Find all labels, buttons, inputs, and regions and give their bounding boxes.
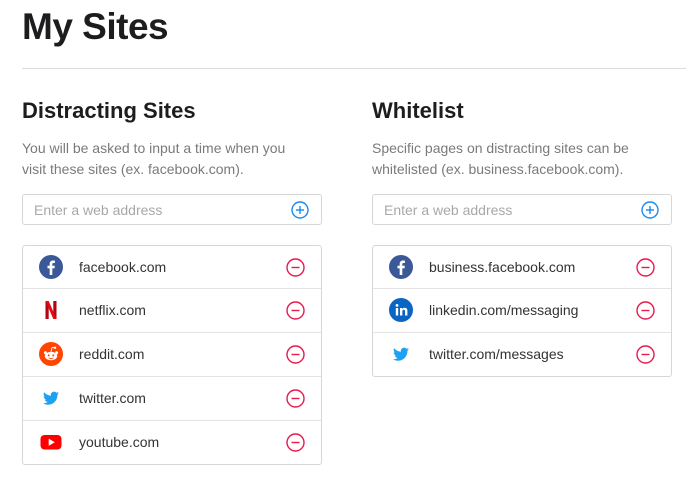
site-label: reddit.com bbox=[79, 333, 144, 375]
remove-site-button[interactable] bbox=[286, 258, 305, 277]
list-item: twitter.com bbox=[23, 376, 321, 420]
add-whitelist-site-button[interactable] bbox=[641, 201, 659, 219]
netflix-icon bbox=[39, 298, 63, 322]
list-item: business.facebook.com bbox=[373, 246, 671, 288]
distracting-site-input[interactable] bbox=[34, 195, 274, 224]
reddit-icon bbox=[39, 342, 63, 366]
linkedin-icon bbox=[389, 298, 413, 322]
whitelist-title: Whitelist bbox=[372, 96, 672, 126]
distracting-sites-section: Distracting Sites You will be asked to i… bbox=[22, 96, 322, 481]
page-title: My Sites bbox=[22, 6, 168, 48]
site-label: linkedin.com/messaging bbox=[429, 289, 578, 331]
site-label: facebook.com bbox=[79, 246, 166, 288]
remove-site-button[interactable] bbox=[636, 345, 655, 364]
remove-site-button[interactable] bbox=[286, 433, 305, 452]
site-label: twitter.com/messages bbox=[429, 333, 564, 375]
distracting-sites-title: Distracting Sites bbox=[22, 96, 322, 126]
facebook-icon bbox=[39, 255, 63, 279]
whitelist-list: business.facebook.com linkedin.com/messa… bbox=[372, 245, 672, 377]
distracting-sites-list: facebook.com netflix.com bbox=[22, 245, 322, 465]
whitelist-description: Specific pages on distracting sites can … bbox=[372, 138, 662, 180]
list-item: youtube.com bbox=[23, 420, 321, 464]
site-label: youtube.com bbox=[79, 421, 159, 463]
list-item: reddit.com bbox=[23, 332, 321, 376]
whitelist-site-input[interactable] bbox=[384, 195, 624, 224]
remove-site-button[interactable] bbox=[286, 301, 305, 320]
remove-site-button[interactable] bbox=[286, 389, 305, 408]
site-label: business.facebook.com bbox=[429, 246, 575, 288]
twitter-icon bbox=[39, 386, 63, 410]
add-distracting-site-button[interactable] bbox=[291, 201, 309, 219]
distracting-input-box bbox=[22, 194, 322, 225]
whitelist-input-box bbox=[372, 194, 672, 225]
twitter-icon bbox=[389, 342, 413, 366]
youtube-icon bbox=[39, 430, 63, 454]
site-label: twitter.com bbox=[79, 377, 146, 419]
distracting-sites-description: You will be asked to input a time when y… bbox=[22, 138, 312, 180]
list-item: linkedin.com/messaging bbox=[373, 288, 671, 332]
list-item: twitter.com/messages bbox=[373, 332, 671, 376]
header-divider bbox=[22, 68, 686, 69]
whitelist-section: Whitelist Specific pages on distracting … bbox=[372, 96, 672, 393]
list-item: netflix.com bbox=[23, 288, 321, 332]
remove-site-button[interactable] bbox=[636, 258, 655, 277]
remove-site-button[interactable] bbox=[286, 345, 305, 364]
site-label: netflix.com bbox=[79, 289, 146, 331]
remove-site-button[interactable] bbox=[636, 301, 655, 320]
list-item: facebook.com bbox=[23, 246, 321, 288]
facebook-icon bbox=[389, 255, 413, 279]
